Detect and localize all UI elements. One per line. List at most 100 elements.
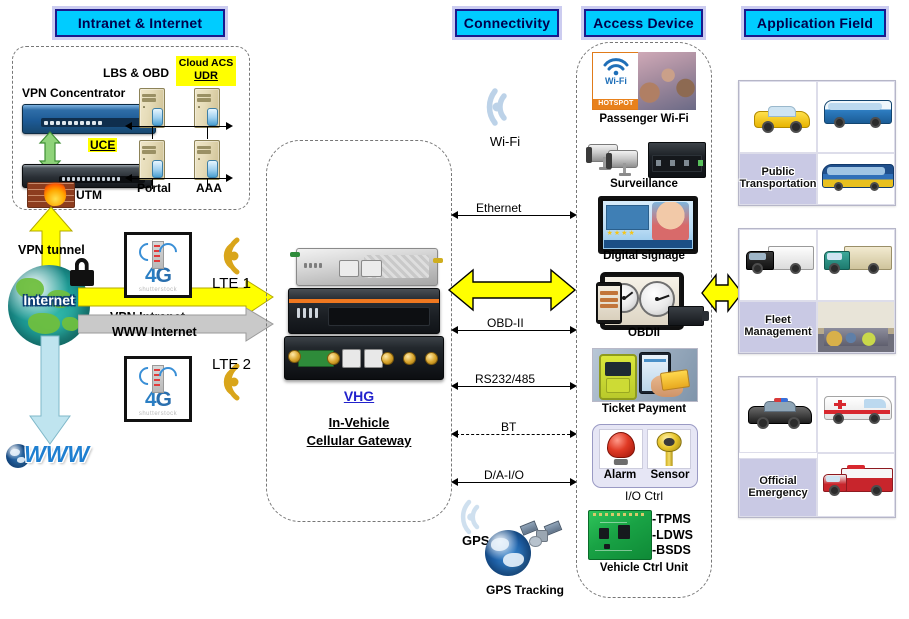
vhg-model-label: VHG (266, 388, 452, 406)
sensor-label-text: Sensor (650, 469, 690, 481)
app-label-line1: Public (761, 166, 795, 179)
diagram-canvas: Intranet & Internet Connectivity Access … (0, 0, 909, 619)
vpn-concentrator-label: VPN Concentrator (22, 86, 126, 100)
application-field-official-emergency: Official Emergency (738, 376, 896, 518)
digital-signage-caption: Digital signage (603, 250, 685, 262)
vehicle-photo-police-car (739, 377, 817, 453)
wifi-label-text: Wi-Fi (489, 134, 521, 149)
www-internet-label: WWW Internet (112, 325, 197, 339)
server-bus-bottom-arrow-right (226, 174, 233, 182)
gps-tracking-label-text: GPS Tracking (485, 583, 565, 597)
passenger-wifi-caption: Passenger Wi-Fi (599, 113, 689, 125)
ticket-payment-caption: Ticket Payment (601, 403, 687, 415)
lte-thumb-watermark: shutterstock (138, 287, 178, 293)
application-field-label-official-emergency: Official Emergency (739, 458, 817, 517)
link-line-daio (456, 482, 570, 483)
link-arrow-left-daio (451, 478, 458, 486)
www-down-arrow (29, 335, 71, 445)
lte2-label: LTE 2 (212, 356, 251, 373)
alarm-label-text: Alarm (603, 469, 637, 481)
sma-connector (381, 352, 394, 365)
sensor-head-icon (656, 432, 682, 452)
sma-connector (327, 352, 340, 365)
obdii-caption: OBDII (628, 327, 660, 339)
obdii-dongle (668, 306, 709, 326)
www-icon: WWW (6, 440, 102, 474)
server-bus-top (130, 126, 226, 127)
storefront-photo (817, 300, 895, 353)
uce-label: UCE (88, 138, 118, 152)
vhg-top-antenna-right (433, 258, 443, 263)
server-stem-lbs (152, 126, 153, 139)
column-header-access-device-label: Access Device (593, 15, 694, 31)
app-label-line1: Fleet (765, 314, 791, 327)
io-ctrl-box: Alarm Sensor (592, 424, 698, 488)
io-ctrl-caption: I/O Ctrl (625, 489, 663, 503)
lte2-thumbnail: 4G shutterstock (124, 356, 192, 422)
link-arrow-left-obdii (451, 326, 458, 334)
vcu-feature-tpms: -TPMS (652, 512, 691, 526)
vehicle-ctrl-pcb (588, 510, 652, 560)
lte1-wave-icon (223, 237, 240, 275)
server-aaa (194, 140, 220, 180)
ticket-payment-image (592, 348, 698, 402)
vpn-concentrator-device (22, 104, 156, 134)
app-label-line2: Management (744, 325, 812, 338)
satellite-icon (519, 518, 563, 552)
vcu-features: -TPMS -LDWS -BSDS (652, 512, 693, 559)
sensor-cell (647, 429, 691, 469)
wifi-arcs-icon (603, 58, 629, 76)
alarm-lamp-icon (606, 432, 636, 458)
vehicle-photo-fire-ambulance (817, 452, 895, 517)
vpn-tunnel-label: VPN tunnel (18, 243, 85, 257)
link-line-ethernet (456, 215, 570, 216)
vhg-title-line1: In-Vehicle (328, 415, 390, 430)
link-arrow-left-ethernet (451, 211, 458, 219)
vcu-feature-ldws: -LDWS (652, 527, 693, 542)
link-line-obdii (456, 330, 570, 331)
link-label-bt: BT (497, 420, 521, 434)
link-line-rs232 (456, 386, 570, 387)
nvr-recorder-icon (648, 142, 706, 178)
column-header-application-field-label: Application Field (756, 15, 874, 31)
column-header-connectivity: Connectivity (452, 6, 562, 40)
hotspot-badge: HOTSPOT (593, 99, 639, 109)
lbs-obd-label: LBS & OBD (103, 66, 169, 80)
passengers-photo (637, 52, 696, 110)
cloud-acs-udr-block: Cloud ACS UDR (176, 56, 236, 86)
lte-thumb-watermark: shutterstock (138, 411, 178, 417)
server-bus-top-arrow-right (226, 122, 233, 130)
server-stem-acs (207, 126, 208, 139)
payment-card-icon (659, 369, 691, 391)
app-label-line2: Transportation (739, 177, 817, 190)
vhg-top-antenna-left (290, 252, 300, 257)
server-lbs-obd (139, 88, 165, 128)
wifi-icon (486, 88, 507, 126)
vhg-top-unit (296, 248, 438, 286)
cloud-acs-label: Cloud ACS (178, 57, 234, 69)
vehicle-photo-coach-bus (817, 81, 895, 153)
passenger-wifi-image: Wi-Fi HOTSPOT (592, 52, 696, 110)
link-arrow-left-bt (451, 430, 458, 438)
vhg-middle-unit (288, 288, 440, 334)
vhg-bottom-unit (284, 336, 444, 380)
vehicle-photo-service-truck (817, 229, 895, 301)
vehicle-photo-taxi (739, 81, 817, 153)
alarm-cell (599, 429, 643, 469)
link-label-ethernet: Ethernet (472, 201, 526, 215)
server-cloud-acs (194, 88, 220, 128)
utm-label: UTM (76, 188, 102, 202)
surveillance-caption: Surveillance (610, 178, 678, 190)
gps-tracking-label: GPS Tracking (455, 583, 595, 597)
vhg-title-line2: Cellular Gateway (306, 432, 412, 448)
application-field-label-fleet-management: Fleet Management (739, 300, 817, 353)
sensor-label: Sensor (643, 469, 697, 481)
vehicle-photo-tram (817, 152, 895, 205)
obdii-phone (596, 282, 622, 324)
wifi-label: Wi-Fi (455, 134, 555, 149)
www-text: WWW (24, 443, 89, 466)
lte1-thumbnail: 4G shutterstock (124, 232, 192, 298)
column-header-intranet: Intranet & Internet (52, 6, 228, 40)
link-label-rs232: RS232/485 (471, 372, 540, 386)
udr-label: UDR (194, 70, 218, 82)
